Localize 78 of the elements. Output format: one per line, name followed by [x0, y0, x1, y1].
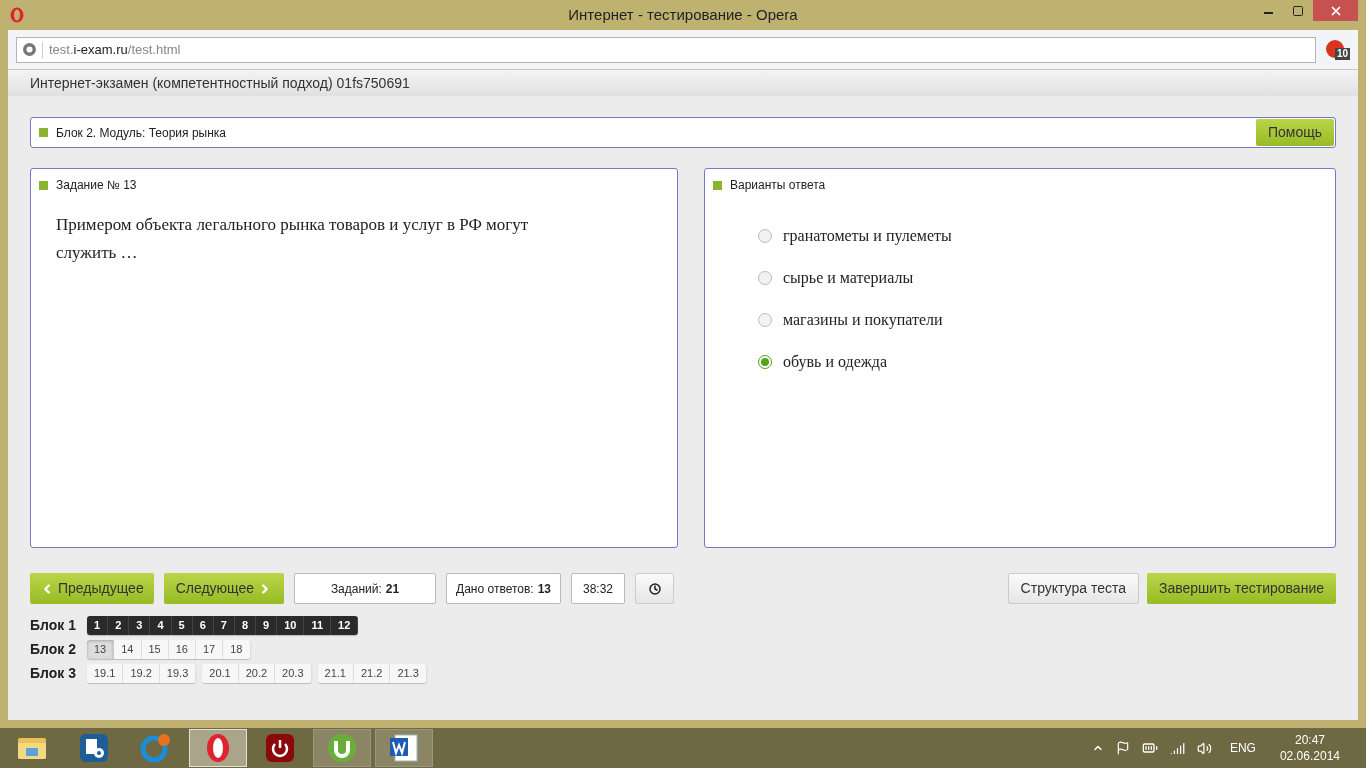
help-button[interactable]: Помощь: [1255, 119, 1334, 146]
square-bullet-icon: [39, 180, 48, 190]
next-button[interactable]: Следующее: [163, 573, 285, 604]
block-label: Блок 1: [30, 616, 77, 635]
question-text: Примером объекта легального рынка товаров и услуг в РФ могут служить …: [56, 214, 530, 264]
flag-icon[interactable]: [1115, 741, 1130, 755]
test-structure-button[interactable]: Структура теста: [1007, 573, 1139, 604]
finish-test-button[interactable]: Завершить тестирование: [1147, 573, 1336, 604]
question-number-button[interactable]: 8: [234, 616, 256, 635]
block-label: Блок 3: [30, 664, 77, 683]
settings-icon: [79, 733, 109, 763]
power-icon: [265, 733, 295, 763]
maximize-icon: [1292, 4, 1304, 17]
question-number-button[interactable]: 19.3: [159, 664, 197, 683]
globe-icon: [23, 43, 36, 56]
square-bullet-icon: [39, 128, 48, 137]
question-number-button[interactable]: 7: [213, 616, 235, 635]
language-indicator[interactable]: ENG: [1229, 739, 1256, 757]
opera-icon: [206, 733, 230, 763]
clock-button[interactable]: [635, 573, 675, 604]
question-number-button[interactable]: 19.2: [123, 664, 160, 683]
document-w-icon: [389, 733, 419, 763]
question-number-button[interactable]: 21.3: [390, 664, 427, 683]
opera-icon: [10, 7, 24, 23]
window-title: Интернет - тестирование - Opera: [567, 4, 799, 25]
question-number-button[interactable]: 18: [223, 640, 251, 659]
clock-time[interactable]: 20:47: [1294, 732, 1325, 748]
answers-title: Варианты ответа: [730, 177, 826, 194]
timer: 38:32: [571, 573, 626, 604]
question-number-button[interactable]: 20.3: [275, 664, 312, 683]
radio-button[interactable]: [758, 229, 772, 243]
c-letter-icon: [140, 733, 172, 763]
folder-icon: [17, 735, 47, 761]
answer-option: гранатометы и пулеметы: [783, 224, 952, 248]
question-number-button[interactable]: 2: [108, 616, 130, 635]
question-number-button[interactable]: 5: [171, 616, 193, 635]
answer-option: магазины и покупатели: [783, 308, 943, 332]
battery-icon[interactable]: [1141, 740, 1158, 756]
question-number-button[interactable]: 11: [304, 616, 331, 635]
radio-button[interactable]: [758, 271, 772, 285]
previous-button[interactable]: Предыдущее: [30, 573, 154, 604]
torrent-icon: [327, 733, 357, 763]
question-number-button[interactable]: 21.1: [317, 664, 354, 683]
question-number-button[interactable]: 20.1: [202, 664, 239, 683]
clock-date[interactable]: 02.06.2014: [1279, 748, 1340, 764]
question-number-button[interactable]: 12: [331, 616, 359, 635]
url-text: test.i-exam.ru/test.html: [49, 40, 181, 59]
task-title: Задание № 13: [56, 177, 137, 194]
question-number-button[interactable]: 6: [192, 616, 214, 635]
clock-icon: [648, 582, 661, 595]
question-number-button[interactable]: 1: [87, 616, 109, 635]
question-number-button[interactable]: 16: [168, 640, 196, 659]
taskbar-app-button[interactable]: [375, 729, 433, 767]
question-number-button[interactable]: 4: [150, 616, 172, 635]
module-title: Блок 2. Модуль: Теория рынка: [56, 124, 226, 142]
tasks-counter: Заданий: 21: [294, 573, 437, 604]
volume-icon[interactable]: [1196, 740, 1212, 756]
minimize-icon: [1263, 11, 1273, 14]
question-number-button[interactable]: 20.2: [238, 664, 276, 683]
question-number-button[interactable]: 15: [141, 640, 169, 659]
page-header: Интернет-экзамен (компетентностный подход) 01fs750691: [30, 73, 410, 93]
block-label: Блок 2: [30, 640, 77, 659]
radio-button[interactable]: [758, 313, 772, 327]
answered-counter: Дано ответов: 13: [446, 573, 561, 604]
question-number-button[interactable]: 13: [87, 640, 115, 659]
question-number-button[interactable]: 10: [277, 616, 305, 635]
answer-option: сырье и материалы: [783, 266, 914, 290]
square-bullet-icon: [713, 180, 722, 190]
answer-option: обувь и одежда: [783, 350, 888, 374]
question-number-button[interactable]: 19.1: [87, 664, 124, 683]
radio-button[interactable]: [758, 355, 772, 369]
question-number-button[interactable]: 14: [114, 640, 142, 659]
address-bar[interactable]: test.i-exam.ru/test.html: [16, 36, 1316, 63]
question-number-button[interactable]: 9: [256, 616, 278, 635]
question-number-button[interactable]: 21.2: [353, 664, 391, 683]
question-number-button[interactable]: 17: [196, 640, 224, 659]
question-number-button[interactable]: 3: [129, 616, 151, 635]
signal-icon[interactable]: [1169, 740, 1185, 756]
